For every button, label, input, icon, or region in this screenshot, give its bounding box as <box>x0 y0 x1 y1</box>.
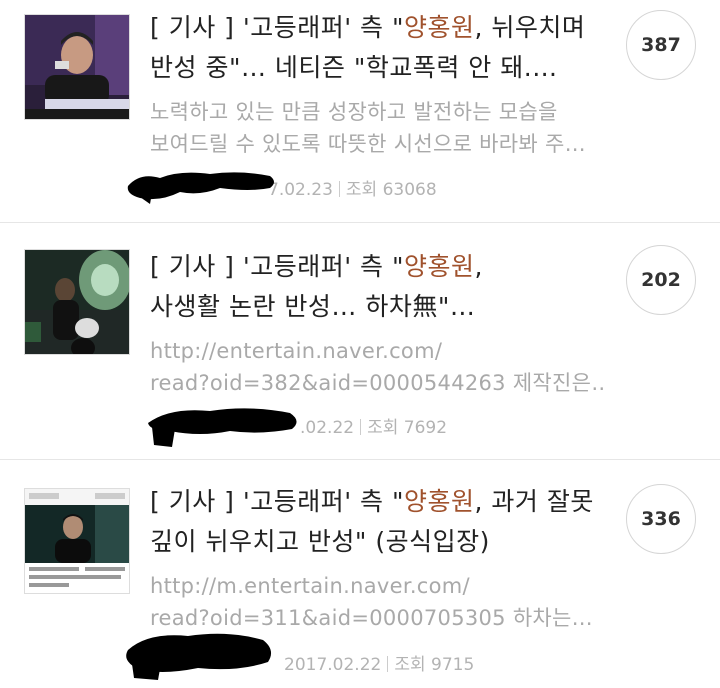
tag-label: [ 기사 ] <box>150 252 235 281</box>
news-thumbnail-stage-icon <box>25 250 129 354</box>
news-thumbnail[interactable] <box>24 249 130 355</box>
post-date: .02.22 <box>300 418 355 438</box>
preview-line-1: 노력하고 있는 만큼 성장하고 발전하는 모습을 <box>150 100 558 124</box>
post-preview[interactable]: 노력하고 있는 만큼 성장하고 발전하는 모습을 보여드릴 수 있도록 따뜻한 … <box>150 96 605 160</box>
post-title[interactable]: [ 기사 ] '고등래퍼' 측 "양홍원, 과거 잘못 깊이 뉘우치고 반성" … <box>150 482 605 562</box>
preview-line-1: http://m.entertain.naver.com/ <box>150 574 470 598</box>
list-item[interactable]: [ 기사 ] '고등래퍼' 측 "양홍원, 뉘우치며 반성 중"… 네티즌 "학… <box>0 0 720 223</box>
title-text: , <box>474 252 483 281</box>
view-count: 조회 9715 <box>394 655 475 675</box>
title-highlight: 양홍원 <box>404 252 475 281</box>
preview-line-1: http://entertain.naver.com/ <box>150 339 443 363</box>
post-meta: .02.22 조회 7692 <box>300 413 447 438</box>
title-highlight: 양홍원 <box>404 487 475 516</box>
news-thumbnail[interactable] <box>24 14 130 120</box>
title-highlight: 양홍원 <box>404 13 475 42</box>
divider <box>338 181 340 197</box>
redaction-mark <box>126 633 272 680</box>
title-line-2: 반성 중"… 네티즌 "학교폭력 안 돼.… <box>150 53 558 82</box>
redaction-mark <box>127 172 274 204</box>
comment-count-badge[interactable]: 202 <box>626 245 696 315</box>
list-item[interactable]: [ 기사 ] '고등래퍼' 측 "양홍원, 과거 잘못 깊이 뉘우치고 반성" … <box>0 460 720 688</box>
title-line-2: 사생활 논란 반성… 하차無"… <box>150 292 476 321</box>
post-title[interactable]: [ 기사 ] '고등래퍼' 측 "양홍원, 뉘우치며 반성 중"… 네티즌 "학… <box>150 8 605 88</box>
news-thumbnail-rapper-icon <box>25 15 129 119</box>
title-text: , 뉘우치며 <box>474 13 586 42</box>
post-meta: 7.02.23 조회 63068 <box>268 175 437 200</box>
title-text: '고등래퍼' 측 " <box>242 252 404 281</box>
tag-label: [ 기사 ] <box>150 13 235 42</box>
title-text: '고등래퍼' 측 " <box>242 487 404 516</box>
news-thumbnail-broadcast-icon <box>25 489 129 593</box>
post-preview[interactable]: http://entertain.naver.com/ read?oid=382… <box>150 335 605 399</box>
title-text: '고등래퍼' 측 " <box>242 13 404 42</box>
title-line-2: 깊이 뉘우치고 반성" (공식입장) <box>150 527 490 556</box>
post-meta: 2017.02.22 조회 9715 <box>284 650 474 675</box>
preview-line-2: 보여드릴 수 있도록 따뜻한 시선으로 바라봐 주… <box>150 132 586 156</box>
comment-count-badge[interactable]: 336 <box>626 484 696 554</box>
tag-label: [ 기사 ] <box>150 487 235 516</box>
news-thumbnail[interactable] <box>24 488 130 594</box>
divider <box>387 656 389 672</box>
comment-count-badge[interactable]: 387 <box>626 10 696 80</box>
post-title[interactable]: [ 기사 ] '고등래퍼' 측 "양홍원, 사생활 논란 반성… 하차無"… <box>150 247 605 327</box>
preview-line-2: read?oid=382&aid=0000544263 제작진은… <box>150 371 605 395</box>
view-count: 조회 63068 <box>345 180 437 200</box>
title-text: , 과거 잘못 <box>474 487 594 516</box>
view-count: 조회 7692 <box>367 418 448 438</box>
post-date: 2017.02.22 <box>284 655 382 675</box>
list-item[interactable]: [ 기사 ] '고등래퍼' 측 "양홍원, 사생활 논란 반성… 하차無"… h… <box>0 223 720 460</box>
divider <box>360 419 362 435</box>
redaction-mark <box>148 408 297 447</box>
